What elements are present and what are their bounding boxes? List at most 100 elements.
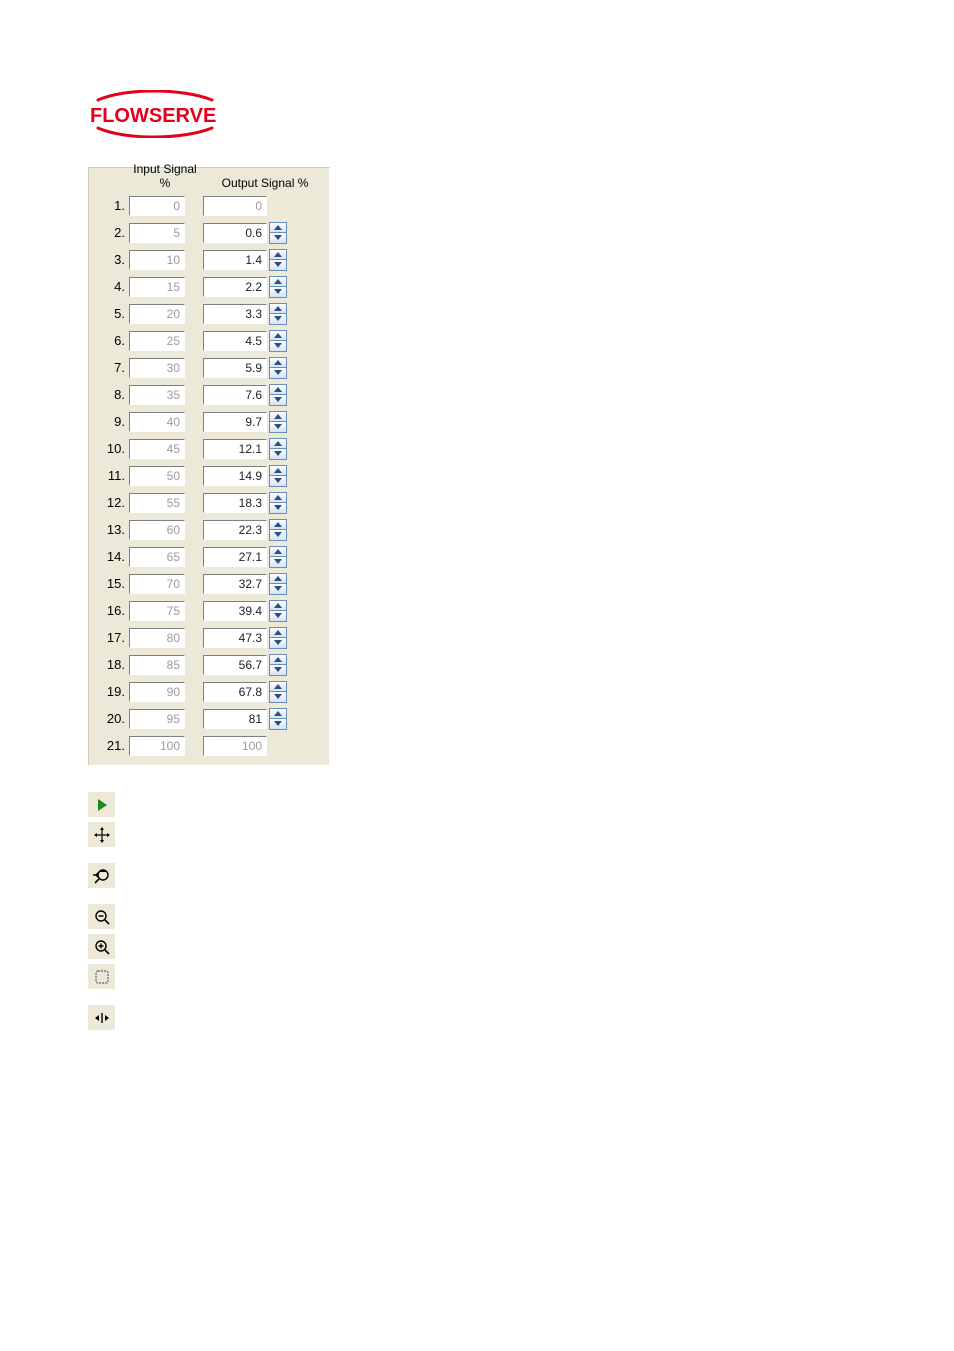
output-stepper[interactable]	[269, 681, 287, 703]
row-number: 3.	[95, 252, 129, 267]
stepper-down-icon[interactable]	[269, 692, 287, 703]
stepper-up-icon[interactable]	[269, 384, 287, 396]
output-signal-field[interactable]: 4.5	[203, 331, 267, 351]
stepper-down-icon[interactable]	[269, 449, 287, 460]
stepper-up-icon[interactable]	[269, 681, 287, 693]
play-icon[interactable]	[88, 792, 115, 817]
zoom-region-icon[interactable]	[88, 964, 115, 989]
stepper-up-icon[interactable]	[269, 465, 287, 477]
stepper-up-icon[interactable]	[269, 546, 287, 558]
stepper-up-icon[interactable]	[269, 222, 287, 234]
output-signal-field[interactable]: 1.4	[203, 250, 267, 270]
stepper-up-icon[interactable]	[269, 627, 287, 639]
row-number: 15.	[95, 576, 129, 591]
output-stepper[interactable]	[269, 330, 287, 352]
stepper-down-icon[interactable]	[269, 314, 287, 325]
stepper-down-icon[interactable]	[269, 638, 287, 649]
table-row: 16.7539.4	[95, 597, 323, 624]
output-stepper[interactable]	[269, 519, 287, 541]
stepper-down-icon[interactable]	[269, 719, 287, 730]
fit-width-icon[interactable]	[88, 1005, 115, 1030]
stepper-down-icon[interactable]	[269, 665, 287, 676]
row-number: 21.	[95, 738, 129, 753]
output-signal-field[interactable]: 7.6	[203, 385, 267, 405]
input-signal-field: 35	[129, 385, 185, 405]
stepper-down-icon[interactable]	[269, 233, 287, 244]
output-stepper[interactable]	[269, 249, 287, 271]
move-icon[interactable]	[88, 822, 115, 847]
output-signal-field[interactable]: 9.7	[203, 412, 267, 432]
stepper-up-icon[interactable]	[269, 654, 287, 666]
stepper-up-icon[interactable]	[269, 708, 287, 720]
table-row: 3.10 1.4	[95, 246, 323, 273]
stepper-down-icon[interactable]	[269, 422, 287, 433]
stepper-up-icon[interactable]	[269, 519, 287, 531]
row-number: 6.	[95, 333, 129, 348]
zoom-reset-icon[interactable]	[88, 863, 115, 888]
output-signal-field[interactable]: 5.9	[203, 358, 267, 378]
output-signal-field[interactable]: 18.3	[203, 493, 267, 513]
output-stepper[interactable]	[269, 600, 287, 622]
stepper-up-icon[interactable]	[269, 276, 287, 288]
output-signal-field[interactable]: 32.7	[203, 574, 267, 594]
zoom-out-icon[interactable]	[88, 904, 115, 929]
stepper-down-icon[interactable]	[269, 611, 287, 622]
stepper-down-icon[interactable]	[269, 584, 287, 595]
table-row: 15.7032.7	[95, 570, 323, 597]
stepper-up-icon[interactable]	[269, 411, 287, 423]
input-signal-field: 90	[129, 682, 185, 702]
output-signal-field[interactable]: 22.3	[203, 520, 267, 540]
input-signal-field: 15	[129, 277, 185, 297]
stepper-down-icon[interactable]	[269, 557, 287, 568]
output-stepper[interactable]	[269, 276, 287, 298]
stepper-up-icon[interactable]	[269, 249, 287, 261]
stepper-up-icon[interactable]	[269, 357, 287, 369]
output-signal-field[interactable]: 14.9	[203, 466, 267, 486]
output-stepper[interactable]	[269, 303, 287, 325]
row-number: 12.	[95, 495, 129, 510]
output-signal-field[interactable]: 2.2	[203, 277, 267, 297]
output-stepper[interactable]	[269, 708, 287, 730]
stepper-down-icon[interactable]	[269, 530, 287, 541]
stepper-up-icon[interactable]	[269, 573, 287, 585]
row-number: 13.	[95, 522, 129, 537]
stepper-down-icon[interactable]	[269, 260, 287, 271]
output-stepper[interactable]	[269, 357, 287, 379]
output-signal-field[interactable]: 0.6	[203, 223, 267, 243]
table-row: 13.6022.3	[95, 516, 323, 543]
stepper-down-icon[interactable]	[269, 503, 287, 514]
output-stepper[interactable]	[269, 654, 287, 676]
output-stepper[interactable]	[269, 222, 287, 244]
output-signal-field[interactable]: 39.4	[203, 601, 267, 621]
stepper-down-icon[interactable]	[269, 368, 287, 379]
stepper-down-icon[interactable]	[269, 287, 287, 298]
stepper-down-icon[interactable]	[269, 395, 287, 406]
stepper-up-icon[interactable]	[269, 330, 287, 342]
output-stepper[interactable]	[269, 384, 287, 406]
col-header-output: Output Signal %	[219, 176, 311, 190]
output-signal-field[interactable]: 67.8	[203, 682, 267, 702]
output-stepper[interactable]	[269, 411, 287, 433]
table-row: 7.305.9	[95, 354, 323, 381]
zoom-in-icon[interactable]	[88, 934, 115, 959]
stepper-up-icon[interactable]	[269, 492, 287, 504]
output-stepper[interactable]	[269, 465, 287, 487]
output-signal-field[interactable]: 81	[203, 709, 267, 729]
row-number: 7.	[95, 360, 129, 375]
input-signal-field: 10	[129, 250, 185, 270]
output-stepper[interactable]	[269, 627, 287, 649]
stepper-down-icon[interactable]	[269, 476, 287, 487]
output-stepper[interactable]	[269, 492, 287, 514]
output-stepper[interactable]	[269, 438, 287, 460]
stepper-up-icon[interactable]	[269, 600, 287, 612]
output-signal-field[interactable]: 3.3	[203, 304, 267, 324]
stepper-up-icon[interactable]	[269, 303, 287, 315]
stepper-down-icon[interactable]	[269, 341, 287, 352]
output-stepper[interactable]	[269, 546, 287, 568]
output-signal-field[interactable]: 56.7	[203, 655, 267, 675]
output-signal-field[interactable]: 12.1	[203, 439, 267, 459]
output-signal-field[interactable]: 27.1	[203, 547, 267, 567]
stepper-up-icon[interactable]	[269, 438, 287, 450]
output-stepper[interactable]	[269, 573, 287, 595]
output-signal-field[interactable]: 47.3	[203, 628, 267, 648]
